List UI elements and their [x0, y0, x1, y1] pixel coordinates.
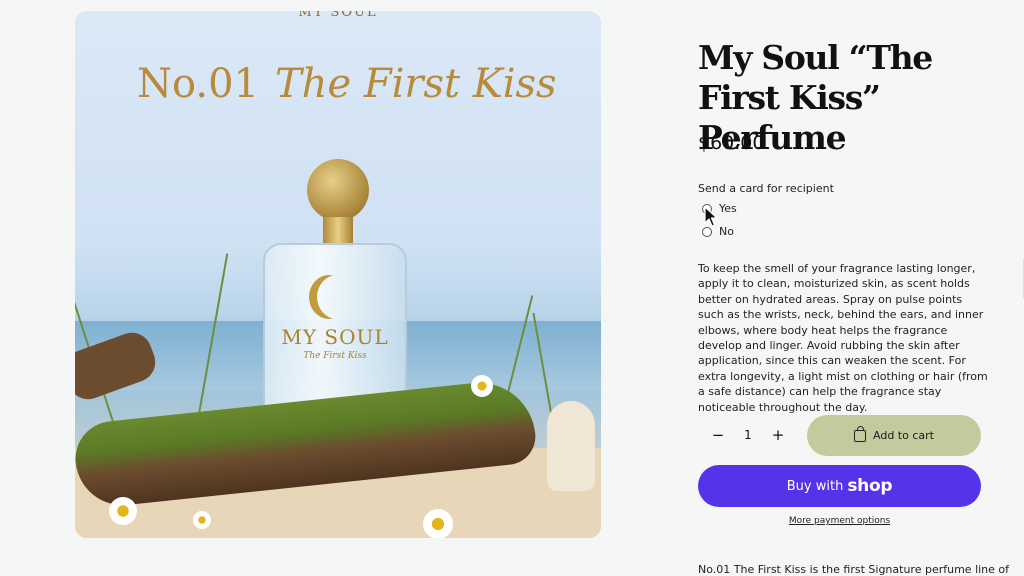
- image-daisy: [471, 375, 493, 397]
- image-brand-text: MY SOUL: [298, 11, 378, 20]
- product-price: $60.00: [698, 132, 765, 154]
- image-daisy: [193, 511, 211, 529]
- buy-with-shop-button[interactable]: Buy with shop: [698, 465, 981, 507]
- add-to-cart-label: Add to cart: [873, 429, 934, 442]
- more-payment-options-link[interactable]: More payment options: [698, 516, 981, 526]
- image-daisy: [109, 497, 137, 525]
- image-bottle-cap: [307, 159, 369, 221]
- image-shell: [547, 401, 595, 491]
- image-daisy: [423, 509, 453, 538]
- quantity-decrease-button[interactable]: −: [708, 426, 728, 444]
- card-option-no-label: No: [719, 225, 734, 238]
- product-long-description: No.01 The First Kiss is the first Signat…: [698, 563, 1010, 576]
- product-image[interactable]: MY SOUL No.01 The First Kiss MY SOUL The …: [75, 11, 601, 538]
- image-headline: No.01 The First Kiss: [137, 61, 557, 107]
- radio-no[interactable]: [702, 226, 712, 237]
- card-option-yes-label: Yes: [719, 202, 737, 215]
- moon-icon: [317, 275, 357, 319]
- mouse-pointer-icon: [704, 206, 718, 227]
- product-description: To keep the smell of your fragrance last…: [698, 262, 988, 414]
- quantity-stepper: − 1 +: [698, 415, 798, 455]
- buy-with-label: Buy with: [786, 478, 844, 494]
- image-bottle-subtitle: The First Kiss: [303, 351, 367, 361]
- card-option-label: Send a card for recipient: [698, 182, 834, 195]
- quantity-increase-button[interactable]: +: [768, 426, 788, 444]
- image-headline-number: No.01: [137, 61, 259, 107]
- image-headline-script: The First Kiss: [275, 61, 557, 107]
- shop-logo: shop: [847, 476, 893, 496]
- shopping-bag-icon: [854, 425, 867, 442]
- add-to-cart-button[interactable]: Add to cart: [807, 415, 981, 456]
- quantity-value[interactable]: 1: [744, 428, 752, 442]
- image-bottle-brand: MY SOUL: [281, 325, 389, 349]
